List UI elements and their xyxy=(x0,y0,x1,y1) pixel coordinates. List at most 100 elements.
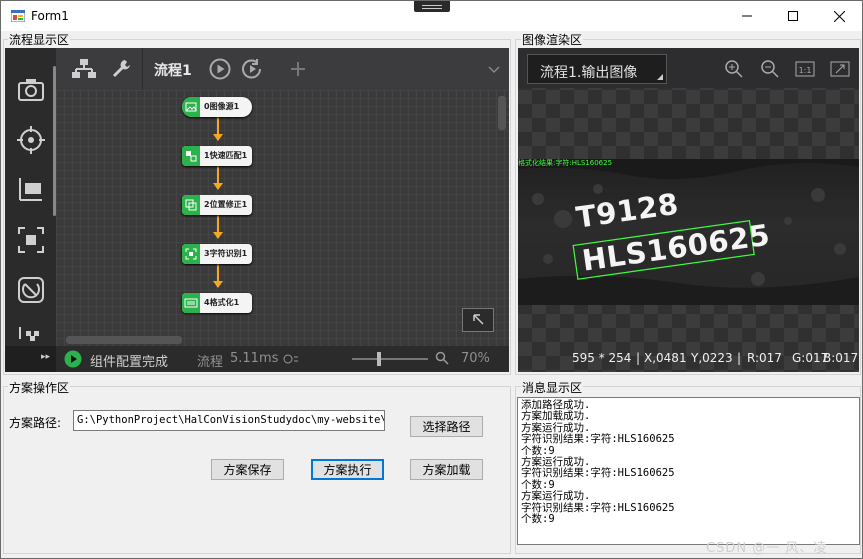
cursor-y: Y,0223 xyxy=(691,351,733,365)
camera-icon[interactable] xyxy=(16,75,46,105)
image-toolbar: 流程1.输出图像 1:1 xyxy=(518,48,859,88)
flow-status-bar: 组件配置完成 流程 5.11ms 70% xyxy=(56,346,509,372)
node-label: 4格式化1 xyxy=(204,298,240,307)
maximize-button[interactable] xyxy=(770,1,816,31)
svg-text:1:1: 1:1 xyxy=(799,66,812,75)
title-bar[interactable]: Form1 xyxy=(1,1,862,31)
run-status-icon[interactable] xyxy=(64,350,82,368)
node-label: 3字符识别1 xyxy=(204,249,248,258)
cursor-x: X,0481 xyxy=(644,351,687,365)
flow-node-format[interactable]: 4格式化1 xyxy=(182,293,252,313)
close-icon xyxy=(833,10,845,22)
scheme-save-button[interactable]: 方案保存 xyxy=(211,459,284,480)
logic-icon[interactable] xyxy=(16,275,46,305)
scheme-path-input[interactable]: G:\PythonProject\HalConVisionStudydoc\my… xyxy=(73,410,385,431)
rendered-image[interactable]: T9128 HLS160625 xyxy=(518,159,859,305)
select-path-button[interactable]: 选择路径 xyxy=(410,416,483,437)
canvas-vertical-scrollbar[interactable] xyxy=(498,96,506,130)
message-line: 字符识别结果:字符:HLS160625 xyxy=(521,501,675,514)
zoom-out-icon[interactable] xyxy=(760,59,780,79)
pixel-r: R:017 xyxy=(747,351,782,365)
run-loop-icon[interactable] xyxy=(240,58,264,80)
run-once-icon[interactable] xyxy=(208,58,232,80)
add-tab-icon[interactable] xyxy=(286,58,310,80)
format-icon xyxy=(182,293,200,313)
roi-crop-icon[interactable] xyxy=(16,225,46,255)
status-divider: | xyxy=(737,351,742,365)
scheme-load-button[interactable]: 方案加载 xyxy=(410,459,483,480)
minimize-icon xyxy=(742,15,752,17)
flow-node-ocr[interactable]: 3字符识别1 xyxy=(182,244,252,264)
flow-editor: 流程1 0图像源1 1快速匹配1 2位置修正1 3字符识别1 4格式化1 ▸▸ … xyxy=(5,48,509,372)
minimize-button[interactable] xyxy=(724,1,770,31)
actual-size-icon[interactable]: 1:1 xyxy=(795,59,815,79)
node-label: 0图像源1 xyxy=(204,102,240,111)
zoom-in-icon[interactable] xyxy=(724,59,744,79)
window-title: Form1 xyxy=(31,9,69,23)
image-status-bar: 595 * 254 | X,0481 Y,0223 | R:017 G:017 … xyxy=(518,346,859,372)
scheme-execute-button[interactable]: 方案执行 xyxy=(311,459,384,480)
message-line: 字符识别结果:字符:HLS160625 xyxy=(521,467,675,480)
message-log[interactable]: 添加路径成功. 方案加载成功. 方案运行成功. 字符识别结果:字符:HLS160625… xyxy=(517,397,860,545)
measure-icon[interactable] xyxy=(16,175,46,205)
ocr-icon xyxy=(182,244,200,264)
tab-flow1[interactable]: 流程1 xyxy=(154,60,192,80)
flow-node-image-source[interactable]: 0图像源1 xyxy=(182,97,252,117)
expand-view-button[interactable] xyxy=(462,308,494,332)
wrench-icon[interactable] xyxy=(110,58,134,80)
format-result-overlay: 格式化结果:字符:HLS160625 xyxy=(518,159,613,167)
scheme-path-value: G:\PythonProject\HalConVisionStudydoc\my… xyxy=(77,414,385,426)
flow-node-fast-match[interactable]: 1快速匹配1 xyxy=(182,146,252,166)
fit-window-icon[interactable] xyxy=(830,59,850,79)
connector-arrow xyxy=(213,281,223,288)
flow-hierarchy-icon[interactable] xyxy=(72,58,96,80)
main-window: Form1 流程显示区 图像渲染区 方案操作区 消息显示区 流程1 0图像源1 … xyxy=(0,0,863,559)
flow-tab-bar: 流程1 xyxy=(56,48,509,90)
image-size: 595 * 254 xyxy=(572,351,632,365)
image-group-label: 图像渲染区 xyxy=(521,31,584,48)
flow-group-label: 流程显示区 xyxy=(8,31,71,48)
tab-separator xyxy=(142,48,143,90)
connector-arrow xyxy=(213,183,223,190)
message-line: 个数:9 xyxy=(521,513,555,526)
zoom-magnifier-icon xyxy=(435,351,449,365)
image-render-view[interactable]: 流程1.输出图像 1:1 T9128 HLS160625 格式化结果:字符:HL… xyxy=(518,48,859,372)
dropdown-corner-icon xyxy=(657,74,663,80)
flow-node-position-fix[interactable]: 2位置修正1 xyxy=(182,195,252,215)
scheme-group-label: 方案操作区 xyxy=(8,379,71,396)
scheme-path-label: 方案路径: xyxy=(9,416,62,430)
config-status-text: 组件配置完成 xyxy=(90,355,169,370)
timing-detail-icon[interactable] xyxy=(283,352,299,366)
app-form-icon xyxy=(11,10,25,22)
message-group-label: 消息显示区 xyxy=(521,379,584,396)
component-toolbar xyxy=(5,48,56,372)
close-button[interactable] xyxy=(816,1,862,31)
maximize-icon xyxy=(788,11,798,21)
target-icon[interactable] xyxy=(16,125,46,155)
image-source-icon xyxy=(182,97,200,117)
node-label: 1快速匹配1 xyxy=(204,151,248,160)
zoom-slider[interactable] xyxy=(352,352,428,366)
flow-canvas[interactable]: 0图像源1 1快速匹配1 2位置修正1 3字符识别1 4格式化1 xyxy=(56,90,509,346)
zoom-percent: 70% xyxy=(461,351,490,366)
double-chevron-icon[interactable]: ▸▸ xyxy=(41,352,50,362)
arrow-up-left-icon xyxy=(473,314,484,325)
match-icon xyxy=(182,146,200,166)
message-line: 字符识别结果:字符:HLS160625 xyxy=(521,433,675,446)
connector-arrow xyxy=(213,134,223,141)
zoom-slider-thumb[interactable] xyxy=(377,352,381,366)
drag-grip-icon[interactable] xyxy=(414,1,450,12)
flow-time-label: 流程 xyxy=(197,355,224,370)
watermark: CSDN @一 风、凌 xyxy=(706,541,828,556)
position-fix-icon xyxy=(182,195,200,215)
pixel-b: B:017 xyxy=(823,351,859,365)
status-divider: | xyxy=(636,351,641,365)
canvas-horizontal-scrollbar[interactable] xyxy=(66,336,182,344)
message-line: 方案运行成功. xyxy=(521,490,591,503)
chevron-down-icon[interactable] xyxy=(482,58,506,80)
flow-time-value: 5.11ms xyxy=(230,351,279,366)
node-label: 2位置修正1 xyxy=(204,200,248,209)
output-image-select[interactable]: 流程1.输出图像 xyxy=(527,54,667,84)
connector-arrow xyxy=(213,232,223,239)
output-image-select-value: 流程1.输出图像 xyxy=(540,65,638,81)
